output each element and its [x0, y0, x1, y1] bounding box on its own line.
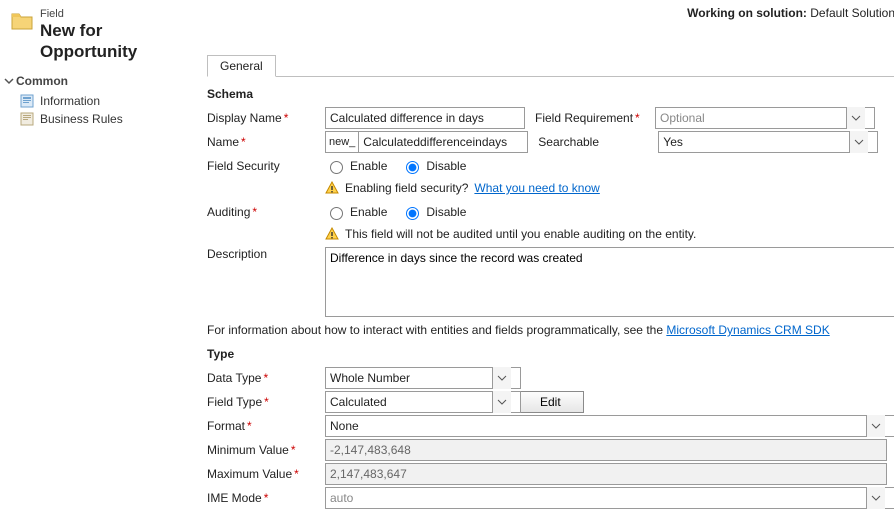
tab-strip: General: [207, 54, 894, 77]
nav-item-business-rules[interactable]: Business Rules: [0, 110, 196, 128]
sdk-info-line: For information about how to interact wi…: [207, 323, 894, 337]
rules-icon: [20, 112, 34, 126]
main-panel: Working on solution: Default Solution Ge…: [197, 0, 894, 510]
description-textarea[interactable]: [325, 247, 894, 317]
nav-item-information[interactable]: Information: [0, 92, 196, 110]
page-title: New for Opportunity: [40, 21, 196, 62]
description-label: Description: [207, 247, 325, 261]
field-security-help-link[interactable]: What you need to know: [474, 181, 599, 195]
auditing-label: Auditing: [207, 205, 325, 219]
field-type-select[interactable]: Calculated: [325, 391, 511, 413]
field-type-label: Field Type: [207, 395, 325, 409]
auditing-disable-radio[interactable]: Disable: [401, 204, 466, 220]
folder-icon: [10, 10, 34, 32]
page-header: Field New for Opportunity: [0, 6, 196, 70]
section-schema-heading: Schema: [207, 87, 894, 101]
field-security-disable-radio[interactable]: Disable: [401, 158, 466, 174]
header-eyebrow: Field: [40, 8, 196, 21]
auditing-enable-radio[interactable]: Enable: [325, 204, 387, 220]
app-root: Field New for Opportunity Common Informa…: [0, 0, 894, 510]
data-type-label: Data Type: [207, 371, 325, 385]
edit-button[interactable]: Edit: [517, 391, 584, 413]
nav-item-label: Information: [40, 94, 100, 108]
field-requirement-label: Field Requirement: [535, 111, 655, 125]
field-security-warning: Enabling field security? What you need t…: [325, 181, 894, 195]
searchable-label: Searchable: [538, 135, 658, 149]
ime-mode-select[interactable]: auto: [325, 487, 885, 509]
max-value-input[interactable]: [325, 463, 887, 485]
solution-context: Working on solution: Default Solution: [687, 6, 894, 20]
warning-icon: [325, 227, 339, 241]
nav-group-label: Common: [16, 74, 68, 88]
name-prefix: new_: [325, 131, 358, 153]
field-security-label: Field Security: [207, 159, 325, 173]
format-label: Format: [207, 419, 325, 433]
format-select[interactable]: None: [325, 415, 885, 437]
tab-general[interactable]: General: [207, 55, 276, 77]
max-value-label: Maximum Value: [207, 467, 325, 481]
nav-group-common[interactable]: Common: [0, 70, 196, 92]
display-name-input[interactable]: [325, 107, 525, 129]
warning-icon: [325, 181, 339, 195]
form-icon: [20, 94, 34, 108]
section-type-heading: Type: [207, 347, 894, 361]
field-security-enable-radio[interactable]: Enable: [325, 158, 387, 174]
field-requirement-select[interactable]: Optional: [655, 107, 865, 129]
left-column: Field New for Opportunity Common Informa…: [0, 0, 197, 510]
sdk-link[interactable]: Microsoft Dynamics CRM SDK: [666, 323, 829, 337]
min-value-label: Minimum Value: [207, 443, 325, 457]
data-type-select[interactable]: Whole Number: [325, 367, 511, 389]
name-label: Name: [207, 135, 325, 149]
ime-mode-label: IME Mode: [207, 491, 325, 505]
min-value-input[interactable]: [325, 439, 887, 461]
nav-item-label: Business Rules: [40, 112, 123, 126]
auditing-warning: This field will not be audited until you…: [325, 227, 894, 241]
searchable-select[interactable]: Yes: [658, 131, 868, 153]
display-name-label: Display Name: [207, 111, 325, 125]
name-input[interactable]: [358, 131, 528, 153]
